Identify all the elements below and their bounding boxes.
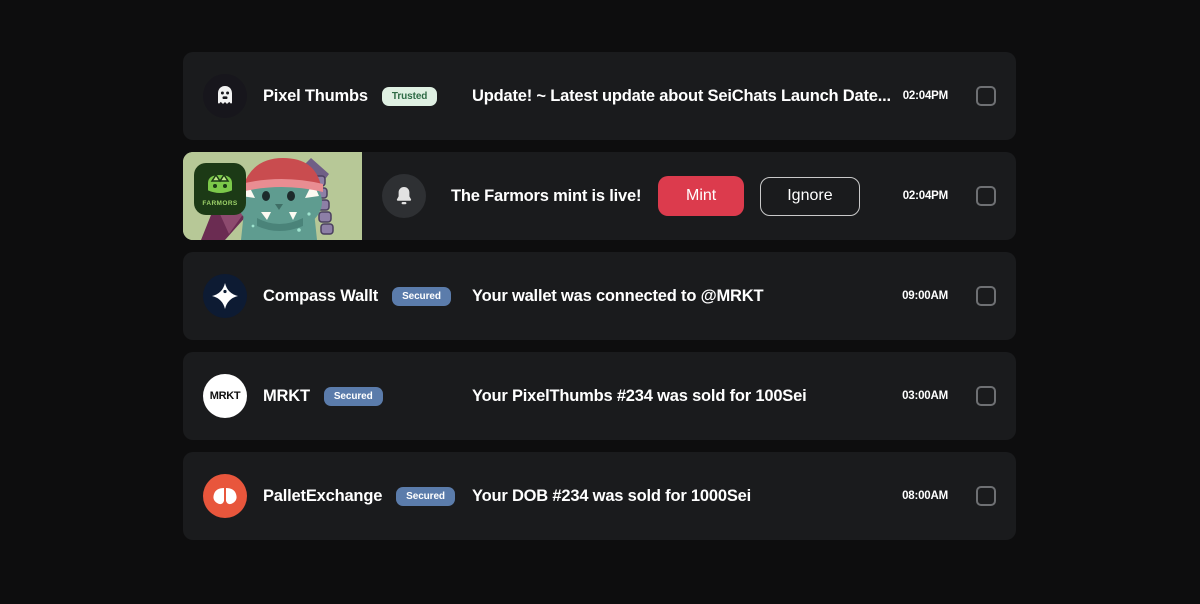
mint-button[interactable]: Mint [658, 176, 745, 216]
ignore-button[interactable]: Ignore [760, 176, 860, 216]
row-actions: Mint Ignore [658, 176, 860, 216]
farmors-logo-text: FARMORS [202, 200, 238, 207]
notification-row-pixel-thumbs[interactable]: Pixel Thumbs Trusted Update! ~ Latest up… [183, 52, 1016, 140]
notification-message: Your DOB #234 was sold for 1000Sei [472, 486, 752, 505]
select-checkbox[interactable] [976, 386, 996, 406]
notification-row-compass-wallet[interactable]: Compass Wallt Secured Your wallet was co… [183, 252, 1016, 340]
notification-message: The Farmors mint is live! [451, 186, 642, 205]
row-meta: 09:00AM [902, 286, 996, 306]
timestamp: 09:00AM [902, 290, 948, 302]
app-name: PalletExchange [263, 486, 383, 505]
row-meta: 03:00AM [902, 386, 996, 406]
pallet-logo-icon [203, 474, 247, 518]
bell-icon [382, 174, 426, 218]
select-checkbox[interactable] [976, 86, 996, 106]
notification-message: Your PixelThumbs #234 was sold for 100Se… [472, 386, 807, 405]
row-content: Pixel Thumbs Trusted Update! ~ Latest up… [183, 52, 1016, 140]
timestamp: 03:00AM [902, 390, 948, 402]
status-badge: Secured [392, 286, 451, 306]
timestamp: 08:00AM [902, 490, 948, 502]
row-content: Compass Wallt Secured Your wallet was co… [183, 252, 1016, 340]
status-badge: Secured [396, 486, 455, 506]
row-meta: 02:04PM [903, 86, 996, 106]
app-name: Pixel Thumbs [263, 86, 368, 105]
notification-message: Your wallet was connected to @MRKT [472, 286, 764, 305]
notification-message: Update! ~ Latest update about SeiChats L… [472, 86, 891, 105]
farmors-cover-art: FARMORS [183, 152, 362, 240]
status-badge: Trusted [381, 86, 438, 106]
row-content: PalletExchange Secured Your DOB #234 was… [183, 452, 1016, 540]
status-badge: Secured [323, 386, 383, 406]
row-content: MRKT MRKT Secured Your PixelThumbs #234 … [183, 352, 1016, 440]
notification-list: Pixel Thumbs Trusted Update! ~ Latest up… [183, 52, 1016, 540]
select-checkbox[interactable] [976, 286, 996, 306]
timestamp: 02:04PM [902, 90, 948, 102]
farmors-logo-icon: FARMORS [194, 163, 246, 215]
row-meta: 08:00AM [902, 486, 996, 506]
timestamp: 02:04PM [902, 190, 948, 202]
ghost-avatar-icon [203, 74, 247, 118]
row-meta: 02:04PM [903, 186, 996, 206]
select-checkbox[interactable] [976, 186, 996, 206]
select-checkbox[interactable] [976, 486, 996, 506]
compass-star-icon [203, 274, 247, 318]
mrkt-logo-text: MRKT [209, 390, 241, 402]
app-name: Compass Wallt [263, 286, 379, 305]
notification-row-pallet-exchange[interactable]: PalletExchange Secured Your DOB #234 was… [183, 452, 1016, 540]
mrkt-logo-icon: MRKT [203, 374, 247, 418]
notification-row-farmors[interactable]: FARMORS The Farmors mint is live! Mint I… [183, 152, 1016, 240]
notification-row-mrkt[interactable]: MRKT MRKT Secured Your PixelThumbs #234 … [183, 352, 1016, 440]
app-name: MRKT [263, 386, 310, 405]
